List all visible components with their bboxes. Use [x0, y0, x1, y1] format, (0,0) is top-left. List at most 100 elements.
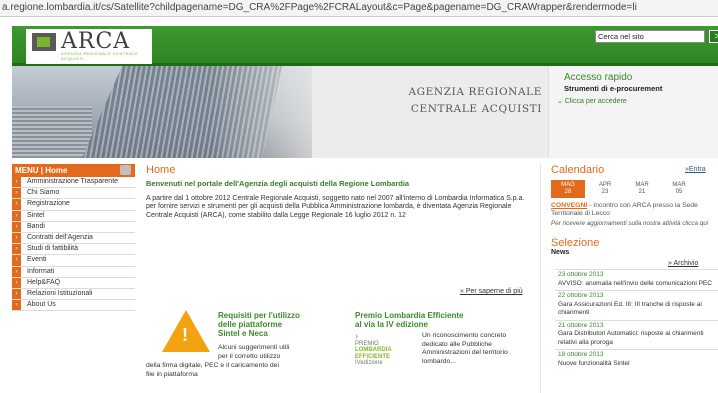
- news-text: Nuove funzionalità Sintel: [558, 359, 630, 367]
- sidebar-item-label: Bandi: [27, 222, 45, 230]
- sidebar-item[interactable]: › Relazioni Istituzionali: [12, 288, 135, 301]
- news-text: Gara Assicurazioni Ed. III: III tranche …: [558, 300, 702, 317]
- address-bar[interactable]: a.regione.lombardia.it/cs/Satellite?chil…: [0, 0, 718, 17]
- requirements-title-3: Sintel e Neca: [218, 329, 268, 338]
- sidebar-item-label: Sintel: [27, 211, 45, 219]
- requirements-text-2: per il corretto utilizzo: [218, 353, 281, 360]
- news-text: Gara Distributori Automatici: risposte a…: [558, 330, 704, 346]
- news-list: 23 ottobre 2013 AVVISO: anomalia nell'inv…: [555, 269, 718, 370]
- news-item[interactable]: 23 ottobre 2013 AVVISO: anomalia nell'inv…: [555, 269, 718, 290]
- requirements-text-4: file in piattaforma: [146, 371, 198, 378]
- selection-title: Selezione: [551, 237, 600, 249]
- requirements-text: Alcuni suggerimenti utili per il corrett…: [146, 343, 321, 379]
- rss-icon[interactable]: [120, 165, 131, 175]
- calendar-day-month: MAR: [672, 182, 686, 188]
- sidebar-item[interactable]: › Chi Siamo: [12, 188, 135, 200]
- chevron-right-icon: ›: [12, 266, 21, 277]
- hero-banner: AGENZIA REGIONALE CENTRALE ACQUISTI: [12, 66, 548, 158]
- left-menu: MENU | Home › Amministrazione Trasparente…: [12, 164, 135, 312]
- sidebar-item-label: About Us: [27, 301, 56, 309]
- sidebar-item[interactable]: › Sintel: [12, 210, 135, 222]
- more-info-link[interactable]: » Per saperne di più: [460, 288, 523, 295]
- archive-link[interactable]: » Archivio: [668, 260, 698, 267]
- news-date: 23 ottobre 2013: [558, 271, 604, 278]
- sidebar-item-label: Relazioni Istituzionali: [27, 289, 93, 297]
- chevron-right-icon: ›: [12, 210, 21, 221]
- premio-title[interactable]: Premio Lombardia Efficiente al via la IV…: [355, 311, 463, 329]
- news-item[interactable]: 22 ottobre 2013 Gara Assicurazioni Ed. II…: [555, 290, 718, 320]
- chevron-right-icon: ›: [12, 232, 21, 244]
- sidebar-item[interactable]: › Informati: [12, 266, 135, 278]
- calendar-day-number: 28: [564, 189, 572, 195]
- newsletter-notice[interactable]: Per ricevere aggiornamenti sulla nostra …: [551, 220, 718, 227]
- calendar-title-label: Calendario: [551, 164, 605, 176]
- sidebar-item-label: Studi di fattibilità: [27, 245, 78, 253]
- chevron-right-icon: ›: [12, 277, 21, 288]
- sidebar-item-label: Amministrazione Trasparente: [27, 178, 119, 186]
- quick-access-subtitle: Strumenti di e-procurement: [564, 84, 663, 93]
- logo-subtitle: AGENZIA REGIONALE CENTRALE ACQUISTI: [61, 51, 139, 61]
- chevron-down-icon: ⌄: [557, 98, 565, 105]
- menu-home-link[interactable]: Home: [45, 166, 67, 175]
- chevron-right-icon: ›: [12, 255, 21, 266]
- chevron-right-icon: ›: [12, 288, 21, 300]
- sidebar-item[interactable]: › Amministrazione Trasparente: [12, 177, 135, 189]
- chevron-right-icon: ›: [12, 188, 21, 199]
- sidebar-item[interactable]: › Contratti dell'Agenzia: [12, 232, 135, 245]
- premio-title-2: al via la IV edizione: [355, 320, 428, 329]
- chevron-right-icon: ›: [12, 244, 21, 255]
- premio-logo-4: IVedizione: [355, 360, 383, 366]
- premio-logo[interactable]: › PREMIO LOMBARDIA EFFICIENTE IVedizione: [355, 332, 407, 374]
- chevron-right-icon: ›: [12, 221, 21, 232]
- sidebar-item-label: Chi Siamo: [27, 189, 60, 197]
- calendar-enter-link[interactable]: »Entra: [685, 166, 706, 173]
- search-button[interactable]: >: [709, 30, 718, 43]
- sidebar-item[interactable]: › Studi di fattibilità: [12, 244, 135, 256]
- page-title: Home: [146, 164, 176, 176]
- premio-text: Un riconoscimento concreto dedicato alle…: [422, 332, 508, 365]
- calendar-day-month: MAR: [635, 182, 649, 188]
- right-sidebar: Calendario »Entra: [551, 164, 718, 176]
- calendar-day-month: APR: [598, 182, 612, 188]
- arca-logo[interactable]: ARCA AGENZIA REGIONALE CENTRALE ACQUISTI: [26, 29, 152, 64]
- news-date: 22 ottobre 2013: [558, 292, 604, 299]
- premio-title-1: Premio Lombardia Efficiente: [355, 311, 464, 320]
- requirements-title[interactable]: Requisiti per l'utilizzo delle piattafor…: [218, 311, 300, 338]
- sidebar-item-label: Contratti dell'Agenzia: [27, 234, 93, 242]
- news-label: News: [551, 249, 570, 256]
- news-item[interactable]: 21 ottobre 2013 Gara Distributori Automat…: [555, 319, 718, 350]
- sidebar-item[interactable]: › Eventi: [12, 255, 135, 267]
- quick-access-link-label: Clicca per accedere: [564, 98, 627, 105]
- requirements-text-3: della firma digitale, PEC e il caricamen…: [146, 362, 279, 369]
- intro-text: A partire dal 1 ottobre 2012 Centrale Re…: [146, 195, 525, 219]
- hero-line-1: AGENZIA REGIONALE: [408, 86, 542, 98]
- menu-title: MENU: [15, 166, 39, 175]
- calendar-day-number: 05: [675, 189, 683, 195]
- sidebar-item-label: Informati: [27, 267, 55, 275]
- calendar-day[interactable]: APR 23: [588, 180, 622, 198]
- chevron-right-icon: ›: [12, 300, 21, 311]
- sidebar-item[interactable]: › Bandi: [12, 221, 135, 233]
- calendar-day[interactable]: MAG 28: [551, 180, 585, 198]
- news-item[interactable]: 18 ottobre 2013 Nuove funzionalità Sintel: [555, 349, 718, 370]
- calendar-day[interactable]: MAR 05: [662, 180, 696, 198]
- news-text: AVVISO: anomalia nell'invio delle comuni…: [558, 279, 712, 287]
- sidebar-item[interactable]: › About Us: [12, 300, 135, 312]
- sidebar-item[interactable]: › Registrazione: [12, 199, 135, 211]
- search-input[interactable]: Cerca nel sito: [595, 30, 705, 43]
- top-header: ARCA AGENZIA REGIONALE CENTRALE ACQUISTI…: [12, 26, 718, 66]
- calendar-day[interactable]: MAR 21: [625, 180, 659, 198]
- convegni-item[interactable]: CONVEGNI - Incontro con ARCA presso la S…: [551, 202, 718, 217]
- quick-access-link[interactable]: ⌄ Clicca per accedere: [557, 97, 627, 105]
- news-date: 21 ottobre 2013: [558, 321, 604, 329]
- convegni-label[interactable]: CONVEGNI: [551, 202, 587, 209]
- menu-header: MENU | Home: [12, 164, 135, 177]
- sidebar-item[interactable]: › Help&FAQ: [12, 277, 135, 289]
- quick-access-panel[interactable]: Accesso rapido Strumenti di e-procuremen…: [548, 66, 718, 158]
- welcome-heading: Benvenuti nel portale dell'Agenzia degli…: [146, 179, 410, 188]
- hero-line-2: CENTRALE ACQUISTI: [410, 103, 542, 115]
- main-content: Home Benvenuti nel portale dell'Agenzia …: [146, 164, 531, 220]
- news-date: 18 ottobre 2013: [558, 351, 604, 358]
- sidebar-item-label: Help&FAQ: [27, 278, 61, 286]
- requirements-title-2: delle piattaforme: [218, 320, 283, 329]
